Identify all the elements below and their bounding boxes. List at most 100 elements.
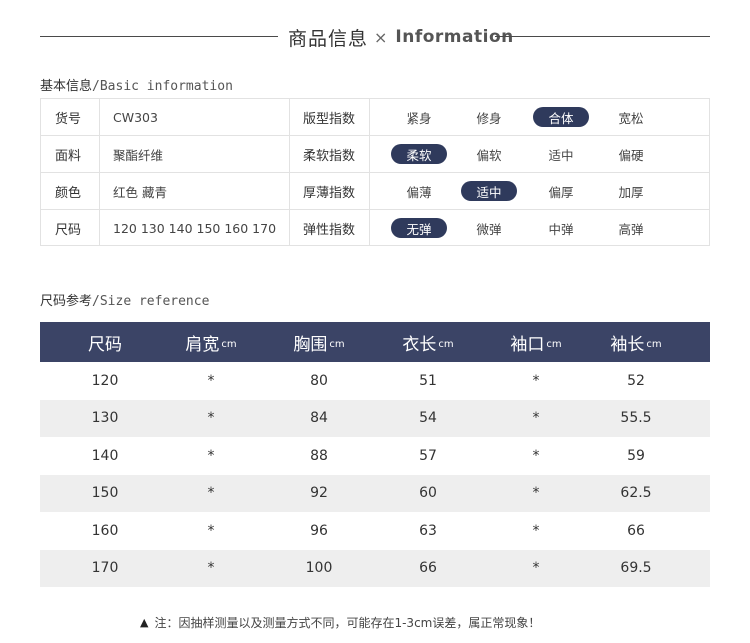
table-cell: 88: [310, 447, 328, 464]
attribute-label: 厚薄指数: [303, 185, 356, 201]
basic-info-table: 货号 CW303 版型指数 紧身 修身 合体 宽松 面料 聚酯纤维 柔软指数 柔软 偏软 适中 偏硬 颜色红…: [40, 98, 710, 246]
attribute-option: 偏硬: [618, 147, 644, 163]
attribute-option-selected: 合体: [533, 107, 589, 127]
basic-info-label: 颜色: [55, 185, 82, 201]
basic-info-title-en: /Basic information: [92, 79, 233, 94]
table-cell: 62.5: [620, 485, 652, 502]
table-cell: 80: [310, 372, 328, 389]
table-cell: 69.5: [620, 560, 652, 577]
table-cell: 51: [419, 372, 437, 389]
size-table-header-cell: 胸围 cm: [269, 322, 369, 362]
table-cell: 55.5: [620, 410, 652, 427]
table-cell: *: [207, 560, 215, 577]
table-cell: *: [207, 410, 215, 427]
table-row: 150 * 92 60 * 62.5: [40, 474, 710, 512]
table-cell: *: [207, 372, 215, 389]
attribute-option: 中弹: [548, 221, 574, 237]
table-cell: 60: [419, 485, 437, 502]
header-label: 胸围: [293, 334, 328, 355]
attribute-option: 修身: [476, 110, 502, 126]
header-unit: cm: [646, 338, 662, 350]
attribute-option: 宽松: [618, 110, 644, 126]
basic-info-value: 120 130 140 150 160 170: [113, 220, 277, 236]
attribute-option: 高弹: [618, 221, 644, 237]
basic-info-title-zh: 基本信息: [40, 79, 93, 94]
size-reference-title-en: /Size reference: [92, 294, 210, 309]
table-cell: 130: [91, 410, 119, 427]
attribute-option: 偏薄: [406, 184, 432, 200]
attribute-option: 适中: [548, 147, 574, 163]
table-cell: 57: [419, 447, 437, 464]
header-title-en: Information: [395, 27, 514, 47]
header-label: 尺码: [88, 334, 122, 355]
table-cell: *: [207, 485, 215, 502]
header-title-zh: 商品信息: [288, 27, 369, 50]
table-cell: 100: [305, 560, 333, 577]
table-row: 140 * 88 57 * 59: [40, 437, 710, 475]
warning-triangle-icon: ▲: [140, 615, 149, 629]
size-table-body: 120 * 80 51 * 52 130 * 84 54 * 55.5 140 * 88 57 * 59 150 * 9…: [40, 362, 710, 587]
basic-info-row: 尺码 120 130 140 150 160 170 弹性指数 无弹 微弹 中弹 高弹: [41, 210, 709, 247]
table-cell: 66: [419, 560, 437, 577]
table-cell: 52: [627, 372, 645, 389]
size-reference-title: 尺码参考/Size reference: [40, 290, 209, 309]
table-cell: 140: [91, 447, 119, 464]
table-row: 160 * 96 63 * 66: [40, 512, 710, 550]
attribute-option-selected: 柔软: [391, 144, 447, 164]
size-table: 尺码 肩宽 cm 胸围 cm 衣长 cm 袖口 cm 袖长 cm 120 * 80 51 * 52 130 * 84…: [40, 322, 710, 587]
size-table-header-cell: 衣长 cm: [378, 322, 478, 362]
basic-info-label: 尺码: [55, 222, 82, 238]
table-cell: 170: [91, 560, 119, 577]
basic-info-row: 货号 CW303 版型指数 紧身 修身 合体 宽松: [41, 99, 709, 136]
table-cell: *: [207, 522, 215, 539]
table-row: 170 * 100 66 * 69.5: [40, 549, 710, 587]
basic-info-value: CW303: [113, 109, 158, 125]
table-cell: *: [207, 447, 215, 464]
header-divider-left: [40, 36, 278, 37]
basic-info-value: 红色 藏青: [113, 184, 167, 200]
header-label: 肩宽: [185, 334, 220, 355]
table-cell: 120: [91, 372, 119, 389]
attribute-option-selected: 适中: [461, 181, 517, 201]
size-table-header: 尺码 肩宽 cm 胸围 cm 衣长 cm 袖口 cm 袖长 cm: [40, 322, 710, 362]
header-unit: cm: [221, 338, 237, 350]
measurement-note-text: 注：因抽样测量以及测量方式不同，可能存在1-3cm误差，属正常现象！: [154, 615, 541, 630]
header-label: 袖长: [610, 334, 645, 355]
table-cell: 59: [627, 447, 645, 464]
table-cell: 150: [91, 485, 119, 502]
basic-info-label: 货号: [55, 111, 82, 127]
size-reference-title-zh: 尺码参考: [40, 294, 93, 309]
header-unit: cm: [438, 338, 454, 350]
table-cell: 160: [91, 522, 119, 539]
attribute-label: 弹性指数: [303, 222, 356, 238]
size-table-header-cell: 尺码: [55, 322, 155, 362]
table-row: 120 * 80 51 * 52: [40, 362, 710, 400]
size-table-header-cell: 袖长 cm: [586, 322, 686, 362]
header-label: 袖口: [510, 334, 545, 355]
table-cell: 54: [419, 410, 437, 427]
attribute-label: 版型指数: [303, 111, 356, 127]
table-cell: *: [532, 447, 540, 464]
table-cell: *: [532, 560, 540, 577]
table-cell: *: [532, 485, 540, 502]
basic-info-row: 颜色 红色 藏青 厚薄指数 偏薄 适中 偏厚 加厚: [41, 173, 709, 210]
basic-info-title: 基本信息/Basic information: [40, 75, 233, 94]
header-separator: ×: [374, 27, 388, 47]
table-cell: 66: [627, 522, 645, 539]
table-cell: *: [532, 410, 540, 427]
attribute-option: 微弹: [476, 221, 502, 237]
measurement-note: ▲ 注：因抽样测量以及测量方式不同，可能存在1-3cm误差，属正常现象！: [140, 613, 540, 631]
size-table-header-cell: 袖口 cm: [486, 322, 586, 362]
table-cell: 96: [310, 522, 328, 539]
header-unit: cm: [329, 338, 345, 350]
attribute-option: 偏软: [476, 147, 502, 163]
header-divider-right: [495, 36, 710, 37]
attribute-option: 加厚: [618, 184, 644, 200]
page-header: 商品信息 × Information: [40, 22, 710, 52]
table-cell: 84: [310, 410, 328, 427]
attribute-option: 偏厚: [548, 184, 574, 200]
basic-info-row: 面料 聚酯纤维 柔软指数 柔软 偏软 适中 偏硬: [41, 136, 709, 173]
attribute-option: 紧身: [406, 110, 432, 126]
basic-info-label: 面料: [55, 148, 82, 164]
attribute-label: 柔软指数: [303, 148, 356, 164]
